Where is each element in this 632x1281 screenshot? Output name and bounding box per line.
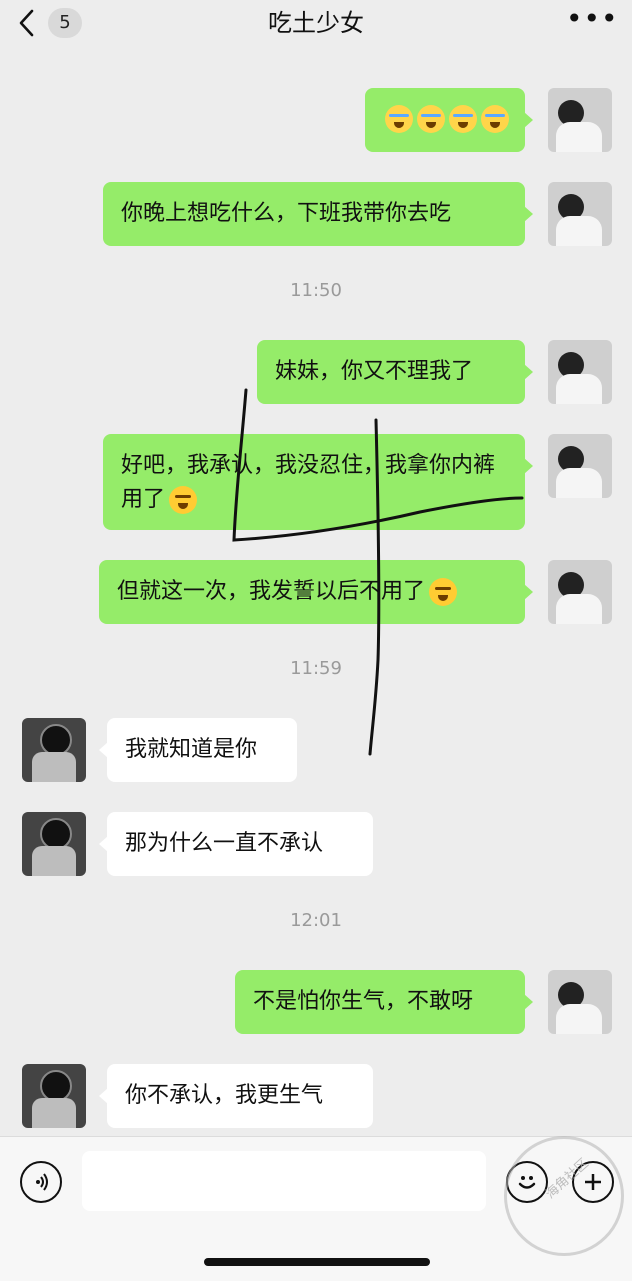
crying-emoji-icon [385,105,413,133]
message-row: 妹妹，你又不理我了 [0,340,632,420]
message-row: 你晚上想吃什么，下班我带你去吃 [0,182,632,262]
message-bubble[interactable]: 但就这一次，我发誓以后不用了 [99,560,533,624]
message-text: 我就知道是你 [125,737,258,762]
message-bubble[interactable] [365,88,533,152]
my-avatar[interactable] [548,340,612,404]
my-avatar[interactable] [548,970,612,1034]
chat-header: 5 吃土少女 ••• [0,0,632,46]
my-avatar[interactable] [548,560,612,624]
contact-avatar[interactable] [22,718,86,782]
contact-avatar[interactable] [22,1064,86,1128]
my-avatar[interactable] [548,88,612,152]
message-row: 不是怕你生气，不敢呀 [0,970,632,1050]
message-text: 那为什么一直不承认 [125,831,324,856]
message-list: 你晚上想吃什么，下班我带你去吃 11:50 妹妹，你又不理我了 好吧，我承认，我… [0,46,632,1136]
chat-title: 吃土少女 [268,9,364,37]
message-row: 你不承认，我更生气 [0,1064,632,1144]
message-row: 好吧，我承认，我没忍住，我拿你内裤用了 [0,434,632,530]
crying-emoji-icon [449,105,477,133]
crying-emoji-icon [481,105,509,133]
message-bubble[interactable]: 我就知道是你 [99,718,297,782]
my-avatar[interactable] [548,434,612,498]
timestamp: 12:01 [290,910,342,931]
tired-emoji-icon [169,486,198,514]
message-bubble[interactable]: 你不承认，我更生气 [99,1064,373,1128]
contact-avatar[interactable] [22,812,86,876]
message-row [0,88,632,168]
message-row: 但就这一次，我发誓以后不用了 [0,560,632,640]
message-input[interactable] [82,1151,486,1211]
message-bubble[interactable]: 不是怕你生气，不敢呀 [235,970,533,1034]
message-text: 妹妹，你又不理我了 [275,359,474,384]
message-text: 不是怕你生气，不敢呀 [253,989,474,1014]
crying-emoji-icon [417,105,445,133]
message-bubble[interactable]: 你晚上想吃什么，下班我带你去吃 [103,182,533,246]
message-bubble[interactable]: 妹妹，你又不理我了 [257,340,533,404]
message-text: 但就这一次，我发誓以后不用了 [117,579,426,604]
more-button[interactable]: ••• [566,5,618,40]
message-row: 我就知道是你 [0,718,632,798]
home-indicator [204,1258,430,1266]
message-bubble[interactable]: 好吧，我承认，我没忍住，我拿你内裤用了 [103,434,533,530]
message-row: 那为什么一直不承认 [0,812,632,892]
my-avatar[interactable] [548,182,612,246]
message-bubble[interactable]: 那为什么一直不承认 [99,812,373,876]
voice-icon [36,1173,48,1191]
tired-emoji-icon [429,578,458,606]
timestamp: 11:50 [290,280,342,301]
voice-button[interactable] [20,1161,62,1203]
watermark-seal [504,1136,624,1256]
timestamp: 11:59 [290,658,342,679]
message-text: 你晚上想吃什么，下班我带你去吃 [121,201,452,226]
message-text: 你不承认，我更生气 [125,1083,324,1108]
